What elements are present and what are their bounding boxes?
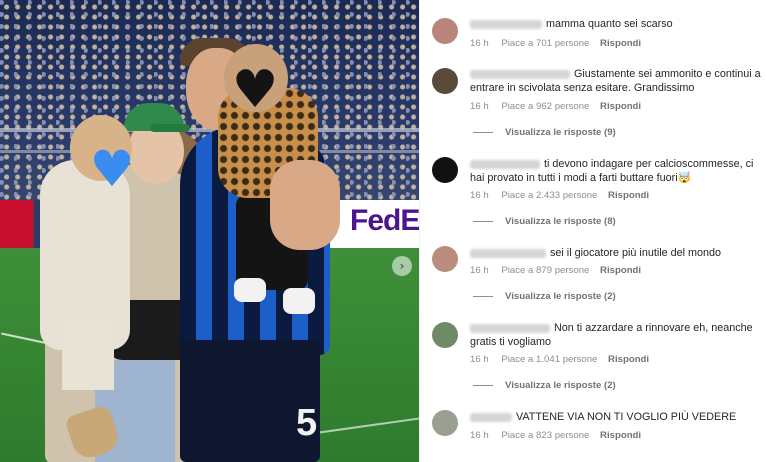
likes-count[interactable]: Piace a 701 persone <box>501 38 589 49</box>
shirt-number: 5 <box>296 402 318 444</box>
comment-time: 16 h <box>470 354 489 365</box>
avatar[interactable] <box>432 68 458 94</box>
comment-body: userti devono indagare per calcioscommes… <box>470 157 765 185</box>
view-replies-label[interactable]: Visualizza le risposte (2) <box>505 380 616 391</box>
comment-body: user sei il giocatore più inutile del mon… <box>470 246 765 260</box>
avatar[interactable] <box>432 157 458 183</box>
username-blurred[interactable]: user <box>470 248 546 258</box>
cap-brim <box>150 124 190 132</box>
username-blurred[interactable]: user <box>470 412 512 422</box>
view-replies-button[interactable]: Visualizza le risposte (2) <box>473 380 616 391</box>
comment-meta: 16 h Piace a 1.041 persone Rispondi <box>470 354 657 365</box>
black-heart-icon: ♥ <box>231 60 279 120</box>
avatar[interactable] <box>432 410 458 436</box>
username-blurred[interactable]: user <box>470 159 540 169</box>
comment-text: mamma quanto sei scarso <box>546 18 673 30</box>
chevron-right-icon[interactable]: › <box>392 256 412 276</box>
reply-button[interactable]: Rispondi <box>608 190 649 201</box>
replies-dash <box>473 221 493 222</box>
reply-button[interactable]: Rispondi <box>600 101 641 112</box>
view-replies-button[interactable]: Visualizza le risposte (9) <box>473 127 616 138</box>
player-arm <box>270 160 340 250</box>
comment-meta: 16 h Piace a 879 persone Rispondi <box>470 265 649 276</box>
comment-body: userGiustamente sei ammonito e continui … <box>470 67 765 95</box>
username-blurred[interactable]: user <box>470 69 570 79</box>
divider <box>419 0 420 462</box>
comment-time: 16 h <box>470 101 489 112</box>
sponsor-logo: FedEx <box>350 204 419 237</box>
comment-meta: 16 h Piace a 701 persone Rispondi <box>470 38 649 49</box>
likes-count[interactable]: Piace a 1.041 persone <box>501 354 597 365</box>
reply-button[interactable]: Rispondi <box>600 38 641 49</box>
comment-text: VATTENE VIA NON TI VOGLIO PIÙ VEDERE <box>516 411 737 423</box>
comment-meta: 16 h Piace a 962 persone Rispondi <box>470 101 649 112</box>
blue-heart-icon: ♥ <box>89 140 135 198</box>
username-blurred[interactable]: user <box>470 19 542 29</box>
reply-button[interactable]: Rispondi <box>608 354 649 365</box>
likes-count[interactable]: Piace a 823 persone <box>501 430 589 441</box>
avatar[interactable] <box>432 322 458 348</box>
likes-count[interactable]: Piace a 962 persone <box>501 101 589 112</box>
comment-meta: 16 h Piace a 2.433 persone Rispondi <box>470 190 657 201</box>
view-replies-button[interactable]: Visualizza le risposte (8) <box>473 216 616 227</box>
username-blurred[interactable]: user <box>470 323 550 333</box>
comment-time: 16 h <box>470 430 489 441</box>
reply-button[interactable]: Rispondi <box>600 430 641 441</box>
view-replies-label[interactable]: Visualizza le risposte (9) <box>505 127 616 138</box>
reply-button[interactable]: Rispondi <box>600 265 641 276</box>
view-replies-label[interactable]: Visualizza le risposte (2) <box>505 291 616 302</box>
replies-dash <box>473 132 493 133</box>
child-shoe <box>234 278 266 302</box>
replies-dash <box>473 385 493 386</box>
view-replies-button[interactable]: Visualizza le risposte (2) <box>473 291 616 302</box>
post-photo[interactable]: FedEx 5 ♥ ♥ › <box>0 0 419 462</box>
comment-body: userNon ti azzardare a rinnovare eh, nea… <box>470 321 765 349</box>
replies-dash <box>473 296 493 297</box>
comment-time: 16 h <box>470 38 489 49</box>
comments-panel: user mamma quanto sei scarso 16 h Piace a… <box>419 0 767 462</box>
avatar[interactable] <box>432 18 458 44</box>
toddler-pants <box>62 320 114 390</box>
comment-time: 16 h <box>470 190 489 201</box>
comment-time: 16 h <box>470 265 489 276</box>
comment-meta: 16 h Piace a 823 persone Rispondi <box>470 430 649 441</box>
comment-text: sei il giocatore più inutile del mondo <box>550 247 722 259</box>
view-replies-label[interactable]: Visualizza le risposte (8) <box>505 216 616 227</box>
likes-count[interactable]: Piace a 879 persone <box>501 265 589 276</box>
avatar[interactable] <box>432 246 458 272</box>
comment-body: user mamma quanto sei scarso <box>470 17 765 31</box>
child-shoe <box>283 288 315 314</box>
comment-body: user VATTENE VIA NON TI VOGLIO PIÙ VEDERE <box>470 410 765 424</box>
likes-count[interactable]: Piace a 2.433 persone <box>501 190 597 201</box>
